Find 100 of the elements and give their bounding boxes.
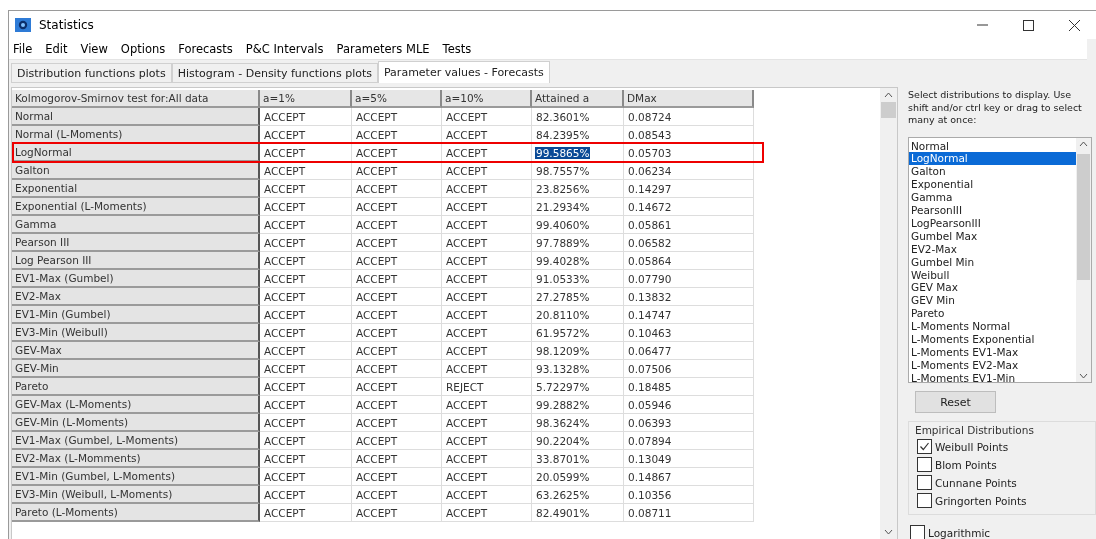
- list-item[interactable]: Weibull: [909, 268, 1076, 282]
- table-cell: ACCEPT: [260, 288, 352, 306]
- table-cell: ACCEPT: [442, 162, 532, 180]
- list-item[interactable]: GEV Max: [909, 281, 1076, 295]
- menu-item[interactable]: View: [80, 42, 108, 56]
- table-cell: 99.4060%: [532, 216, 624, 234]
- table-cell: 97.7889%: [532, 234, 624, 252]
- column-header[interactable]: Attained a: [532, 90, 624, 108]
- table-cell: ACCEPT: [442, 216, 532, 234]
- table-cell: ACCEPT: [260, 270, 352, 288]
- table-cell: ACCEPT: [352, 486, 442, 504]
- table-cell: ACCEPT: [442, 180, 532, 198]
- list-item[interactable]: PearsonIII: [909, 204, 1076, 217]
- checkbox[interactable]: [910, 525, 925, 539]
- table-cell: 99.2882%: [532, 396, 624, 414]
- list-item[interactable]: Gumbel Max: [909, 229, 1076, 243]
- table-cell: 0.07790: [624, 270, 754, 288]
- table-cell: ACCEPT: [352, 144, 442, 162]
- list-item[interactable]: Pareto: [909, 307, 1076, 321]
- table-cell: ACCEPT: [260, 378, 352, 396]
- menu-item[interactable]: Options: [120, 42, 166, 56]
- list-item[interactable]: EV2-Max: [909, 242, 1076, 256]
- table-cell: ACCEPT: [260, 450, 352, 468]
- table-cell: 98.3624%: [532, 414, 624, 432]
- list-item[interactable]: Galton: [909, 165, 1076, 179]
- checkbox[interactable]: [917, 493, 932, 508]
- menu-item[interactable]: Tests: [442, 42, 472, 56]
- reset-button[interactable]: Reset: [915, 391, 996, 413]
- table-cell: ACCEPT: [352, 180, 442, 198]
- minimize-icon[interactable]: [976, 24, 988, 26]
- checkbox[interactable]: [917, 475, 932, 490]
- scrollbar[interactable]: [1076, 137, 1091, 383]
- table-cell: ACCEPT: [442, 306, 532, 324]
- table-cell: ACCEPT: [442, 198, 532, 216]
- table-cell: 5.72297%: [532, 378, 624, 396]
- row-header: EV3-Min (Weibull): [12, 324, 260, 342]
- table-cell: ACCEPT: [352, 270, 442, 288]
- column-header[interactable]: a=10%: [442, 90, 532, 108]
- list-item[interactable]: LogNormal: [909, 152, 1076, 166]
- menu-item[interactable]: File: [13, 42, 33, 56]
- table-cell: ACCEPT: [260, 342, 352, 360]
- table-cell: 99.5865%: [532, 144, 624, 162]
- tab[interactable]: Distribution functions plots: [11, 63, 172, 83]
- list-item[interactable]: L-Moments Normal: [909, 320, 1076, 334]
- table-cell: 0.14867: [624, 468, 754, 486]
- menu-item[interactable]: Edit: [45, 42, 68, 56]
- table-cell: ACCEPT: [260, 180, 352, 198]
- table-cell: 0.06582: [624, 234, 754, 252]
- tab[interactable]: Histogram - Density functions plots: [171, 63, 378, 83]
- list-item[interactable]: LogPearsonIII: [909, 216, 1076, 230]
- table-cell: 0.10356: [624, 486, 754, 504]
- table-cell: 0.08724: [624, 108, 754, 126]
- list-item[interactable]: Exponential: [909, 178, 1076, 192]
- table-cell: ACCEPT: [442, 108, 532, 126]
- table-cell: ACCEPT: [260, 234, 352, 252]
- table-cell: ACCEPT: [442, 504, 532, 522]
- list-item[interactable]: L-Moments EV1-Min: [909, 371, 1076, 383]
- table-cell: 98.1209%: [532, 342, 624, 360]
- row-header: Gamma: [12, 216, 260, 234]
- list-item[interactable]: Gamma: [909, 191, 1076, 205]
- table-cell: ACCEPT: [442, 432, 532, 450]
- menu-item[interactable]: P&C Intervals: [245, 42, 324, 56]
- menu-item[interactable]: Parameters MLE: [336, 42, 430, 56]
- scrollbar-thumb[interactable]: [881, 102, 896, 118]
- list-item[interactable]: GEV Min: [909, 294, 1076, 308]
- list-item[interactable]: Gumbel Min: [909, 255, 1076, 269]
- scrollbar-thumb[interactable]: [1077, 153, 1090, 281]
- checkbox[interactable]: [917, 457, 932, 472]
- table-cell: ACCEPT: [352, 108, 442, 126]
- list-item[interactable]: L-Moments EV2-Max: [909, 358, 1076, 372]
- list-item[interactable]: L-Moments EV1-Max: [909, 346, 1076, 359]
- table-cell: ACCEPT: [260, 162, 352, 180]
- table-cell: ACCEPT: [442, 396, 532, 414]
- table-cell: 82.4901%: [532, 504, 624, 522]
- table-cell: ACCEPT: [260, 468, 352, 486]
- checkbox[interactable]: [917, 439, 932, 454]
- column-header[interactable]: a=5%: [352, 90, 442, 108]
- column-header[interactable]: Kolmogorov-Smirnov test for:All data: [12, 90, 260, 108]
- table-cell: 0.05946: [624, 396, 754, 414]
- column-header[interactable]: a=1%: [260, 90, 352, 108]
- table-cell: ACCEPT: [442, 414, 532, 432]
- table-cell: ACCEPT: [260, 252, 352, 270]
- maximize-icon[interactable]: [1022, 19, 1034, 31]
- table-cell: 84.2395%: [532, 126, 624, 144]
- table-cell: ACCEPT: [352, 252, 442, 270]
- table-cell: 33.8701%: [532, 450, 624, 468]
- table-cell: ACCEPT: [352, 126, 442, 144]
- table-cell: 0.14297: [624, 180, 754, 198]
- table-cell: 0.05861: [624, 216, 754, 234]
- menu-item[interactable]: Forecasts: [178, 42, 233, 56]
- close-icon[interactable]: [1068, 19, 1080, 31]
- table-cell: 61.9572%: [532, 324, 624, 342]
- list-item[interactable]: Normal: [909, 139, 1076, 153]
- table-cell: ACCEPT: [260, 306, 352, 324]
- scrollbar[interactable]: [880, 88, 897, 539]
- list-item[interactable]: L-Moments Exponential: [909, 333, 1076, 346]
- tab[interactable]: Parameter values - Forecasts: [378, 61, 550, 83]
- table-cell: 82.3601%: [532, 108, 624, 126]
- column-header[interactable]: DMax: [624, 90, 754, 108]
- distribution-list[interactable]: [908, 136, 1092, 384]
